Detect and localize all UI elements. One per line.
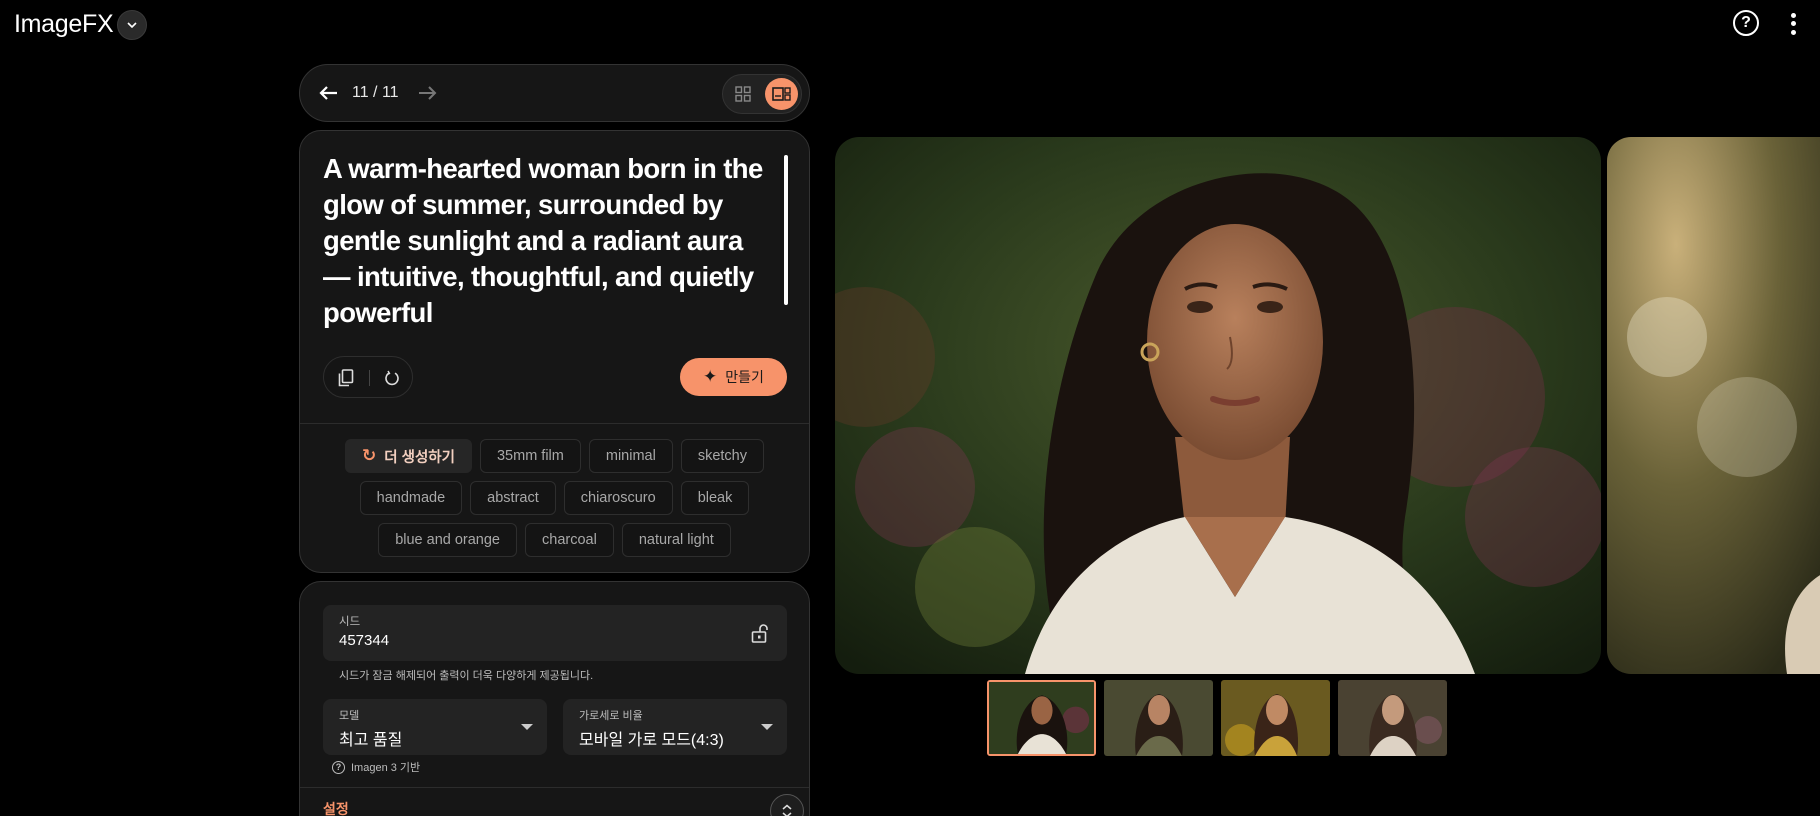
expand-collapse-icon xyxy=(782,804,792,816)
dropdown-caret-icon xyxy=(521,724,533,730)
back-button[interactable] xyxy=(312,76,346,110)
detail-view-button[interactable] xyxy=(765,78,798,110)
seed-value[interactable]: 457344 xyxy=(339,632,389,649)
seed-field[interactable]: 시드 457344 xyxy=(323,605,787,661)
reset-button[interactable] xyxy=(380,366,404,390)
settings-card: 시드 457344 시드가 잠금 해제되어 출력이 더욱 다양하게 제공됩니다.… xyxy=(299,581,810,816)
thumbnail-image xyxy=(1104,680,1213,756)
style-chip[interactable]: natural light xyxy=(621,523,731,557)
card-divider xyxy=(300,423,809,424)
help-icon: ? xyxy=(1741,14,1751,31)
ratio-value: 모바일 가로 모드(4:3) xyxy=(579,732,724,749)
help-button[interactable]: ? xyxy=(1733,10,1759,36)
app-title: ImageFX xyxy=(14,10,114,38)
model-select[interactable]: 모델 최고 품질 xyxy=(323,699,547,755)
copy-button[interactable] xyxy=(334,366,358,390)
detail-view-icon xyxy=(772,87,791,101)
chip-row: blue and orange charcoal natural light xyxy=(300,523,809,557)
model-label: 모델 xyxy=(339,710,360,722)
next-portrait-image xyxy=(1607,137,1820,674)
style-chip[interactable]: sketchy xyxy=(680,439,764,473)
style-chip[interactable]: chiaroscuro xyxy=(563,481,673,515)
thumbnail-image xyxy=(1338,680,1447,756)
thumbnail[interactable] xyxy=(1338,680,1447,756)
refresh-icon: ↻ xyxy=(362,446,377,465)
page-counter: 11 / 11 xyxy=(352,84,399,101)
next-button[interactable] xyxy=(410,76,444,110)
thumbnail-image xyxy=(1221,680,1330,756)
generate-more-chip[interactable]: ↻ 더 생성하기 xyxy=(345,439,472,473)
arrow-back-icon xyxy=(319,86,337,100)
seed-lock-button[interactable] xyxy=(747,619,773,647)
style-chip[interactable]: abstract xyxy=(470,481,556,515)
create-button[interactable]: ✦ 만들기 xyxy=(680,358,787,396)
style-chip[interactable]: blue and orange xyxy=(378,523,518,557)
style-chip[interactable]: 35mm film xyxy=(479,439,581,473)
prompt-textarea[interactable]: A warm-hearted woman born in the glow of… xyxy=(323,151,773,331)
prompt-scrollbar[interactable] xyxy=(784,155,788,305)
thumbnail[interactable] xyxy=(987,680,1096,756)
model-note-text: Imagen 3 기반 xyxy=(351,762,421,774)
image-navigation-bar: 11 / 11 xyxy=(299,64,810,122)
ratio-label: 가로세로 비율 xyxy=(579,710,643,722)
settings-divider xyxy=(300,787,809,788)
prompt-card: A warm-hearted woman born in the glow of… xyxy=(299,130,810,573)
create-button-label: 만들기 xyxy=(725,369,764,385)
chip-row: ↻ 더 생성하기 35mm film minimal sketchy xyxy=(300,439,809,473)
thumbnail[interactable] xyxy=(1221,680,1330,756)
style-chips: ↻ 더 생성하기 35mm film minimal sketchy handm… xyxy=(300,439,809,565)
seed-label: 시드 xyxy=(339,616,361,628)
dropdown-caret-icon xyxy=(761,724,773,730)
chevron-down-icon xyxy=(127,22,137,28)
chip-row: handmade abstract chiaroscuro bleak xyxy=(300,481,809,515)
style-chip[interactable]: handmade xyxy=(359,481,463,515)
copy-icon xyxy=(338,369,354,387)
style-chip[interactable]: bleak xyxy=(680,481,750,515)
reset-icon xyxy=(385,370,399,386)
grid-icon xyxy=(735,86,751,102)
thumbnail-image xyxy=(989,682,1094,754)
next-image-preview[interactable] xyxy=(1607,137,1820,674)
pill-divider xyxy=(369,370,370,386)
lock-open-icon xyxy=(751,624,768,643)
aspect-ratio-select[interactable]: 가로세로 비율 모바일 가로 모드(4:3) xyxy=(563,699,787,755)
view-toggle xyxy=(722,74,802,114)
generated-image[interactable] xyxy=(835,137,1601,674)
thumbnail[interactable] xyxy=(1104,680,1213,756)
collapse-button[interactable] xyxy=(770,794,804,816)
model-value: 최고 품질 xyxy=(339,732,403,749)
more-vert-icon[interactable] xyxy=(1785,11,1801,37)
style-chip[interactable]: minimal xyxy=(588,439,673,473)
style-chip[interactable]: charcoal xyxy=(525,523,614,557)
settings-heading: 설정 xyxy=(323,801,349,816)
prompt-actions xyxy=(323,356,413,398)
sparkle-icon: ✦ xyxy=(703,367,718,386)
model-note: ? Imagen 3 기반 xyxy=(332,759,420,775)
question-icon: ? xyxy=(332,760,345,774)
app-menu-button[interactable] xyxy=(117,10,147,40)
seed-help-text: 시드가 잠금 해제되어 출력이 더욱 다양하게 제공됩니다. xyxy=(339,670,594,682)
arrow-forward-icon xyxy=(419,86,437,100)
grid-view-button[interactable] xyxy=(728,79,758,109)
portrait-image xyxy=(835,137,1601,674)
generate-more-label: 더 생성하기 xyxy=(384,449,455,466)
